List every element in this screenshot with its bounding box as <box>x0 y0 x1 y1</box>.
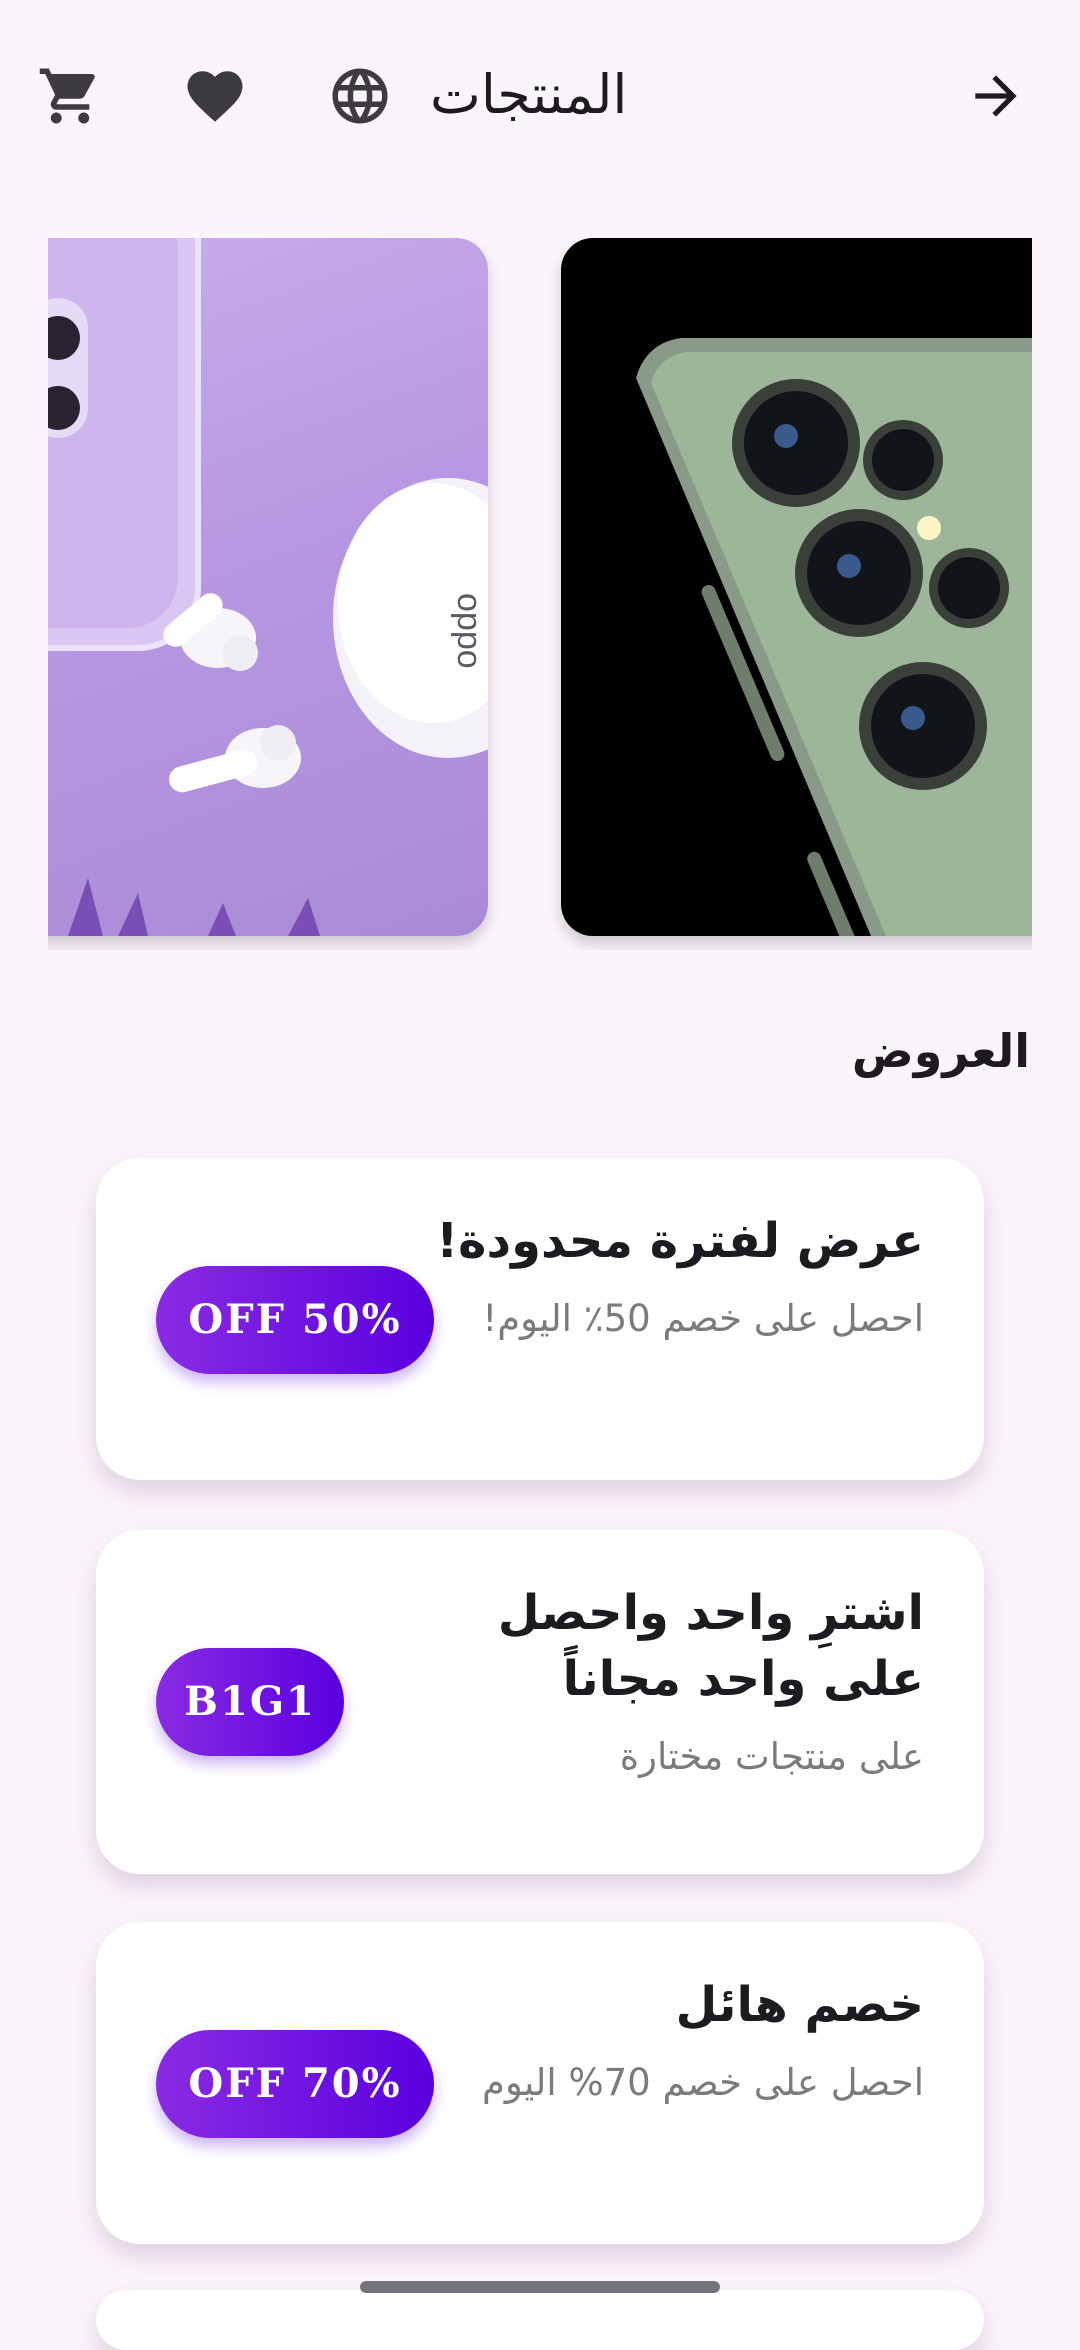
offer-card[interactable]: عرض لفترة محدودة! احصل على خصم 50٪ اليوم… <box>96 1158 984 1480</box>
offer-card-partial[interactable] <box>96 2290 984 2350</box>
offer-title: اشترِ واحد واحصل على واحد مجاناً <box>497 1585 924 1707</box>
cart-button[interactable] <box>22 48 118 144</box>
offer-card[interactable]: اشترِ واحد واحصل على واحد مجاناً على منت… <box>96 1530 984 1874</box>
product-carousel[interactable]: oppo <box>48 238 1032 950</box>
back-button[interactable] <box>948 48 1044 144</box>
discount-badge: B1G1 <box>156 1648 344 1756</box>
discount-badge: OFF 50% <box>156 1266 434 1374</box>
oppo-logo: oppo <box>450 593 488 669</box>
offer-description: احصل على خصم 50٪ اليوم! <box>482 1297 924 1340</box>
offer-title: عرض لفترة محدودة! <box>436 1213 924 1269</box>
green-phone-image <box>636 338 1032 936</box>
discount-badge: OFF 70% <box>156 2030 434 2138</box>
offer-title: خصم هائل <box>675 1977 924 2033</box>
favorites-button[interactable] <box>167 48 263 144</box>
home-indicator[interactable] <box>360 2281 720 2293</box>
arrow-forward-icon <box>965 65 1027 127</box>
offers-section-title: العروض <box>851 1024 1030 1078</box>
offer-description: احصل على خصم 70% اليوم <box>481 2061 924 2104</box>
cart-icon <box>37 63 103 129</box>
language-button[interactable] <box>312 48 408 144</box>
carousel-slide-earbuds[interactable]: oppo <box>48 238 488 936</box>
offer-text: عرض لفترة محدودة! احصل على خصم 50٪ اليوم… <box>384 1208 924 1350</box>
offer-card[interactable]: خصم هائل احصل على خصم 70% اليوم OFF 70% <box>96 1922 984 2244</box>
offer-text: خصم هائل احصل على خصم 70% اليوم <box>384 1972 924 2114</box>
offer-text: اشترِ واحد واحصل على واحد مجاناً على منت… <box>384 1580 924 1788</box>
carousel-slide-phone[interactable] <box>561 238 1032 936</box>
heart-icon <box>182 63 248 129</box>
page-title: المنتجات <box>430 63 628 126</box>
earbuds-phone-image: oppo <box>48 238 488 936</box>
globe-icon <box>327 63 393 129</box>
offer-description: على منتجات مختارة <box>619 1735 924 1778</box>
top-app-bar: المنتجات <box>0 0 1080 190</box>
